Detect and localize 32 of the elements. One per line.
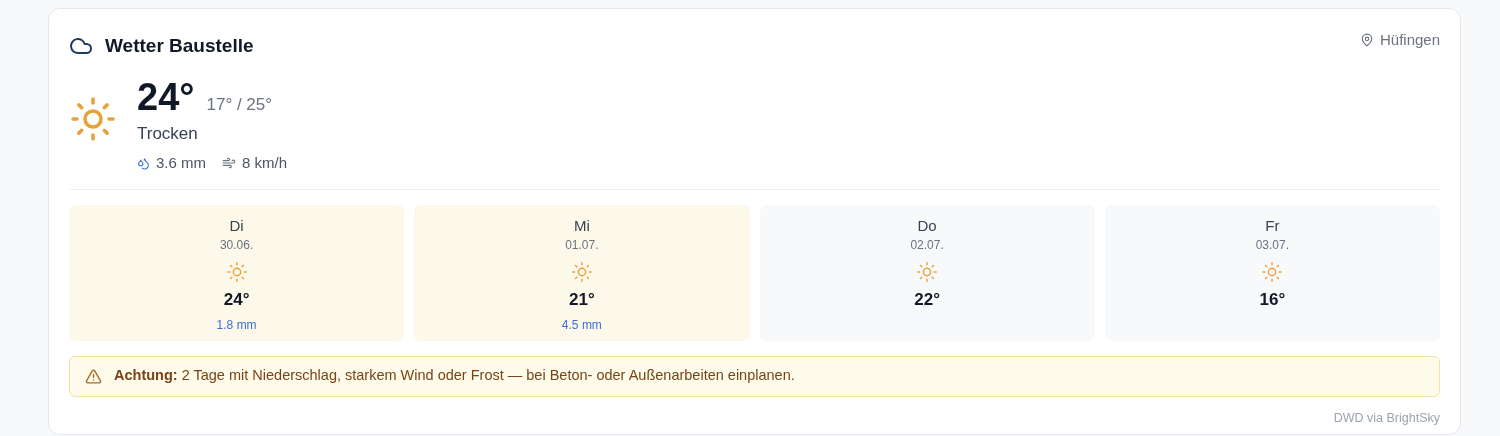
day-temperature: 22° <box>914 288 940 311</box>
wind-icon <box>222 156 236 171</box>
card-title: Wetter Baustelle <box>105 34 254 58</box>
day-label: Mi <box>573 215 590 236</box>
data-source-label: DWD via BrightSky <box>1333 409 1440 427</box>
sun-icon <box>69 94 117 143</box>
wind-value: 8 km/h <box>242 153 288 173</box>
current-temperature: 24° <box>137 74 195 119</box>
day-label: Di <box>229 215 244 236</box>
map-pin-icon <box>1359 33 1374 48</box>
date-label: 03.07. <box>1255 236 1290 253</box>
warning-icon <box>85 367 102 385</box>
precipitation-value: 1.8 mm <box>216 316 257 334</box>
location-label: Hüfingen <box>1379 30 1440 50</box>
sun-icon <box>225 260 248 283</box>
condition-label: Trocken <box>137 122 199 145</box>
precipitation-value: 4.5 mm <box>561 316 602 334</box>
day-temperature: 21° <box>569 288 595 311</box>
sun-icon <box>916 260 939 283</box>
day-temperature: 16° <box>1259 288 1286 311</box>
day-label: Fr <box>1265 215 1280 236</box>
date-label: 02.07. <box>910 236 944 253</box>
temperature-range: 17° / 25° <box>206 93 273 116</box>
warning-text: Achtung: 2 Tage mit Niederschlag, starkem Wind oder Frost — bei Beton- oder Außenarbeiten einplanen. <box>114 366 795 386</box>
day-label: Do <box>917 215 937 236</box>
sun-icon <box>1261 260 1284 283</box>
sun-icon <box>570 260 593 283</box>
date-label: 30.06. <box>219 236 254 253</box>
precipitation-value: 3.6 mm <box>156 153 206 173</box>
droplets-icon <box>137 156 150 170</box>
day-temperature: 24° <box>223 288 250 311</box>
date-label: 01.07. <box>565 236 599 253</box>
